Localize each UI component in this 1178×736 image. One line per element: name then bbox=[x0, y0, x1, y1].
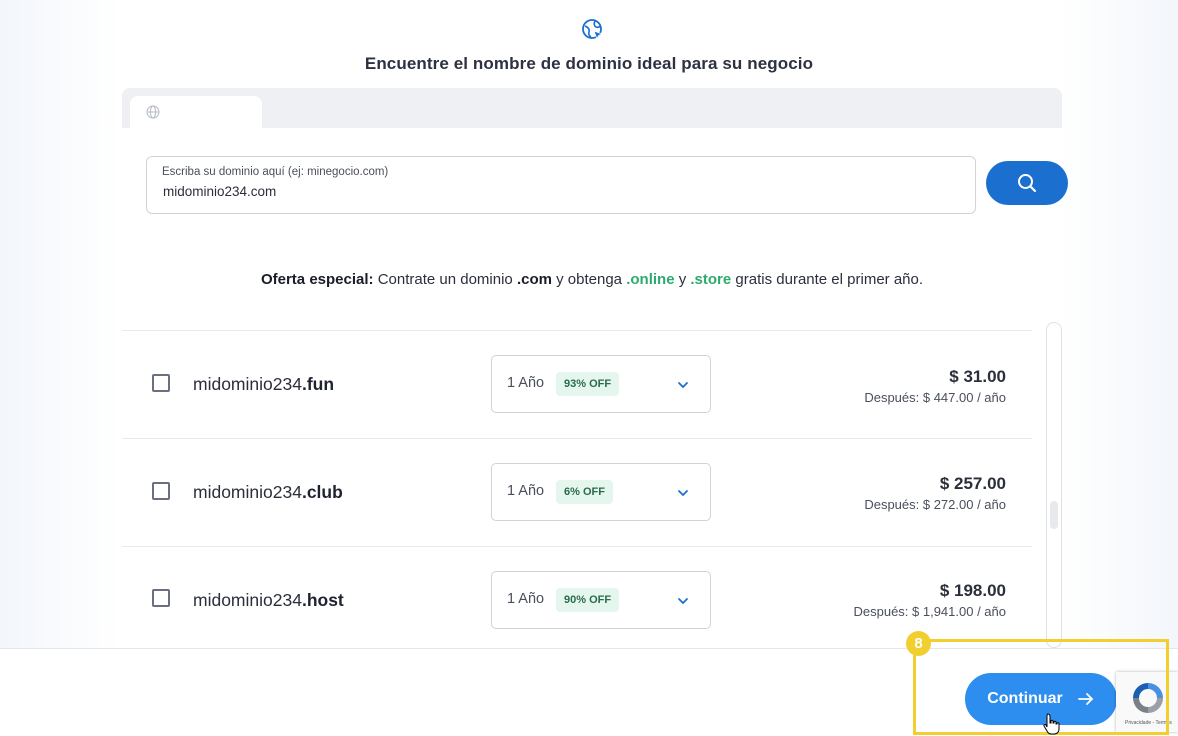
domain-base: midominio234 bbox=[193, 590, 302, 610]
domain-row: midominio234.fun 1 Año 93% OFF $ 31.00 D… bbox=[122, 331, 1032, 439]
period-value: 1 Año bbox=[507, 591, 545, 607]
domain-name: midominio234.host bbox=[193, 590, 344, 611]
offer-com: .com bbox=[516, 271, 552, 288]
special-offer-text: Oferta especial: Contrate un dominio .co… bbox=[0, 271, 1178, 288]
renewal-price: Después: $ 1,941.00 / año bbox=[853, 604, 1006, 619]
period-select[interactable]: 1 Año 6% OFF bbox=[491, 463, 711, 521]
price: $ 31.00 bbox=[949, 367, 1006, 386]
domain-checkbox[interactable] bbox=[152, 482, 170, 500]
offer-text-3: y bbox=[674, 271, 691, 288]
search-icon bbox=[1018, 174, 1037, 193]
recaptcha-icon bbox=[1133, 683, 1163, 713]
period-select[interactable]: 1 Año 93% OFF bbox=[491, 355, 711, 413]
domain-base: midominio234 bbox=[193, 482, 302, 502]
globe-cursor-icon bbox=[582, 19, 604, 41]
offer-prefix: Oferta especial: bbox=[260, 271, 374, 288]
domain-base: midominio234 bbox=[193, 374, 302, 394]
domain-name: midominio234.fun bbox=[193, 374, 334, 395]
price: $ 257.00 bbox=[939, 474, 1006, 493]
hand-cursor-icon bbox=[1043, 713, 1060, 735]
discount-badge: 6% OFF bbox=[556, 480, 613, 504]
renewal-price: Después: $ 272.00 / año bbox=[864, 497, 1006, 512]
domain-row: midominio234.club 1 Año 6% OFF $ 257.00 … bbox=[122, 439, 1032, 547]
domain-row: midominio234.host 1 Año 90% OFF $ 198.00… bbox=[122, 547, 1032, 648]
discount-badge: 93% OFF bbox=[556, 372, 620, 396]
arrow-right-icon bbox=[1077, 693, 1094, 705]
recaptcha-links[interactable]: Privacidade - Termos bbox=[1125, 720, 1172, 726]
domain-tld: .fun bbox=[301, 374, 335, 394]
chevron-down-icon bbox=[678, 490, 688, 497]
offer-text-2: y obtenga bbox=[551, 271, 627, 288]
search-field-label: Escriba su dominio aquí (ej: minegocio.c… bbox=[162, 166, 389, 178]
domain-checkbox[interactable] bbox=[152, 589, 170, 607]
page-title: Encuentre el nombre de dominio ideal par… bbox=[364, 54, 814, 73]
renewal-price: Después: $ 447.00 / año bbox=[864, 390, 1006, 405]
offer-store: .store bbox=[690, 271, 732, 288]
scrollbar-thumb[interactable] bbox=[1050, 501, 1058, 529]
chevron-down-icon bbox=[678, 382, 688, 389]
period-value: 1 Año bbox=[507, 375, 545, 391]
domain-name: midominio234.club bbox=[193, 482, 343, 503]
offer-online: .online bbox=[626, 271, 675, 288]
domain-tld: .club bbox=[301, 482, 343, 502]
recaptcha-badge[interactable]: Privacidade - Termos bbox=[1116, 672, 1178, 732]
domain-results-list: midominio234.fun 1 Año 93% OFF $ 31.00 D… bbox=[122, 330, 1032, 648]
results-scrollbar[interactable] bbox=[1046, 322, 1062, 648]
period-select[interactable]: 1 Año 90% OFF bbox=[491, 571, 711, 629]
domain-checkbox[interactable] bbox=[152, 374, 170, 392]
search-button[interactable] bbox=[986, 161, 1068, 205]
domain-tld: .host bbox=[301, 590, 344, 610]
globe-icon bbox=[146, 105, 160, 119]
chevron-down-icon bbox=[678, 598, 688, 605]
price: $ 198.00 bbox=[939, 581, 1006, 600]
tabs-bar bbox=[122, 88, 1062, 128]
tutorial-step-badge: 8 bbox=[906, 631, 931, 656]
continue-label: Continuar bbox=[987, 690, 1063, 707]
offer-text-1: Contrate un dominio bbox=[373, 271, 517, 288]
offer-text-4: gratis durante el primer año. bbox=[731, 271, 924, 288]
period-value: 1 Año bbox=[507, 483, 545, 499]
domain-search-input[interactable] bbox=[163, 184, 943, 199]
discount-badge: 90% OFF bbox=[556, 588, 620, 612]
